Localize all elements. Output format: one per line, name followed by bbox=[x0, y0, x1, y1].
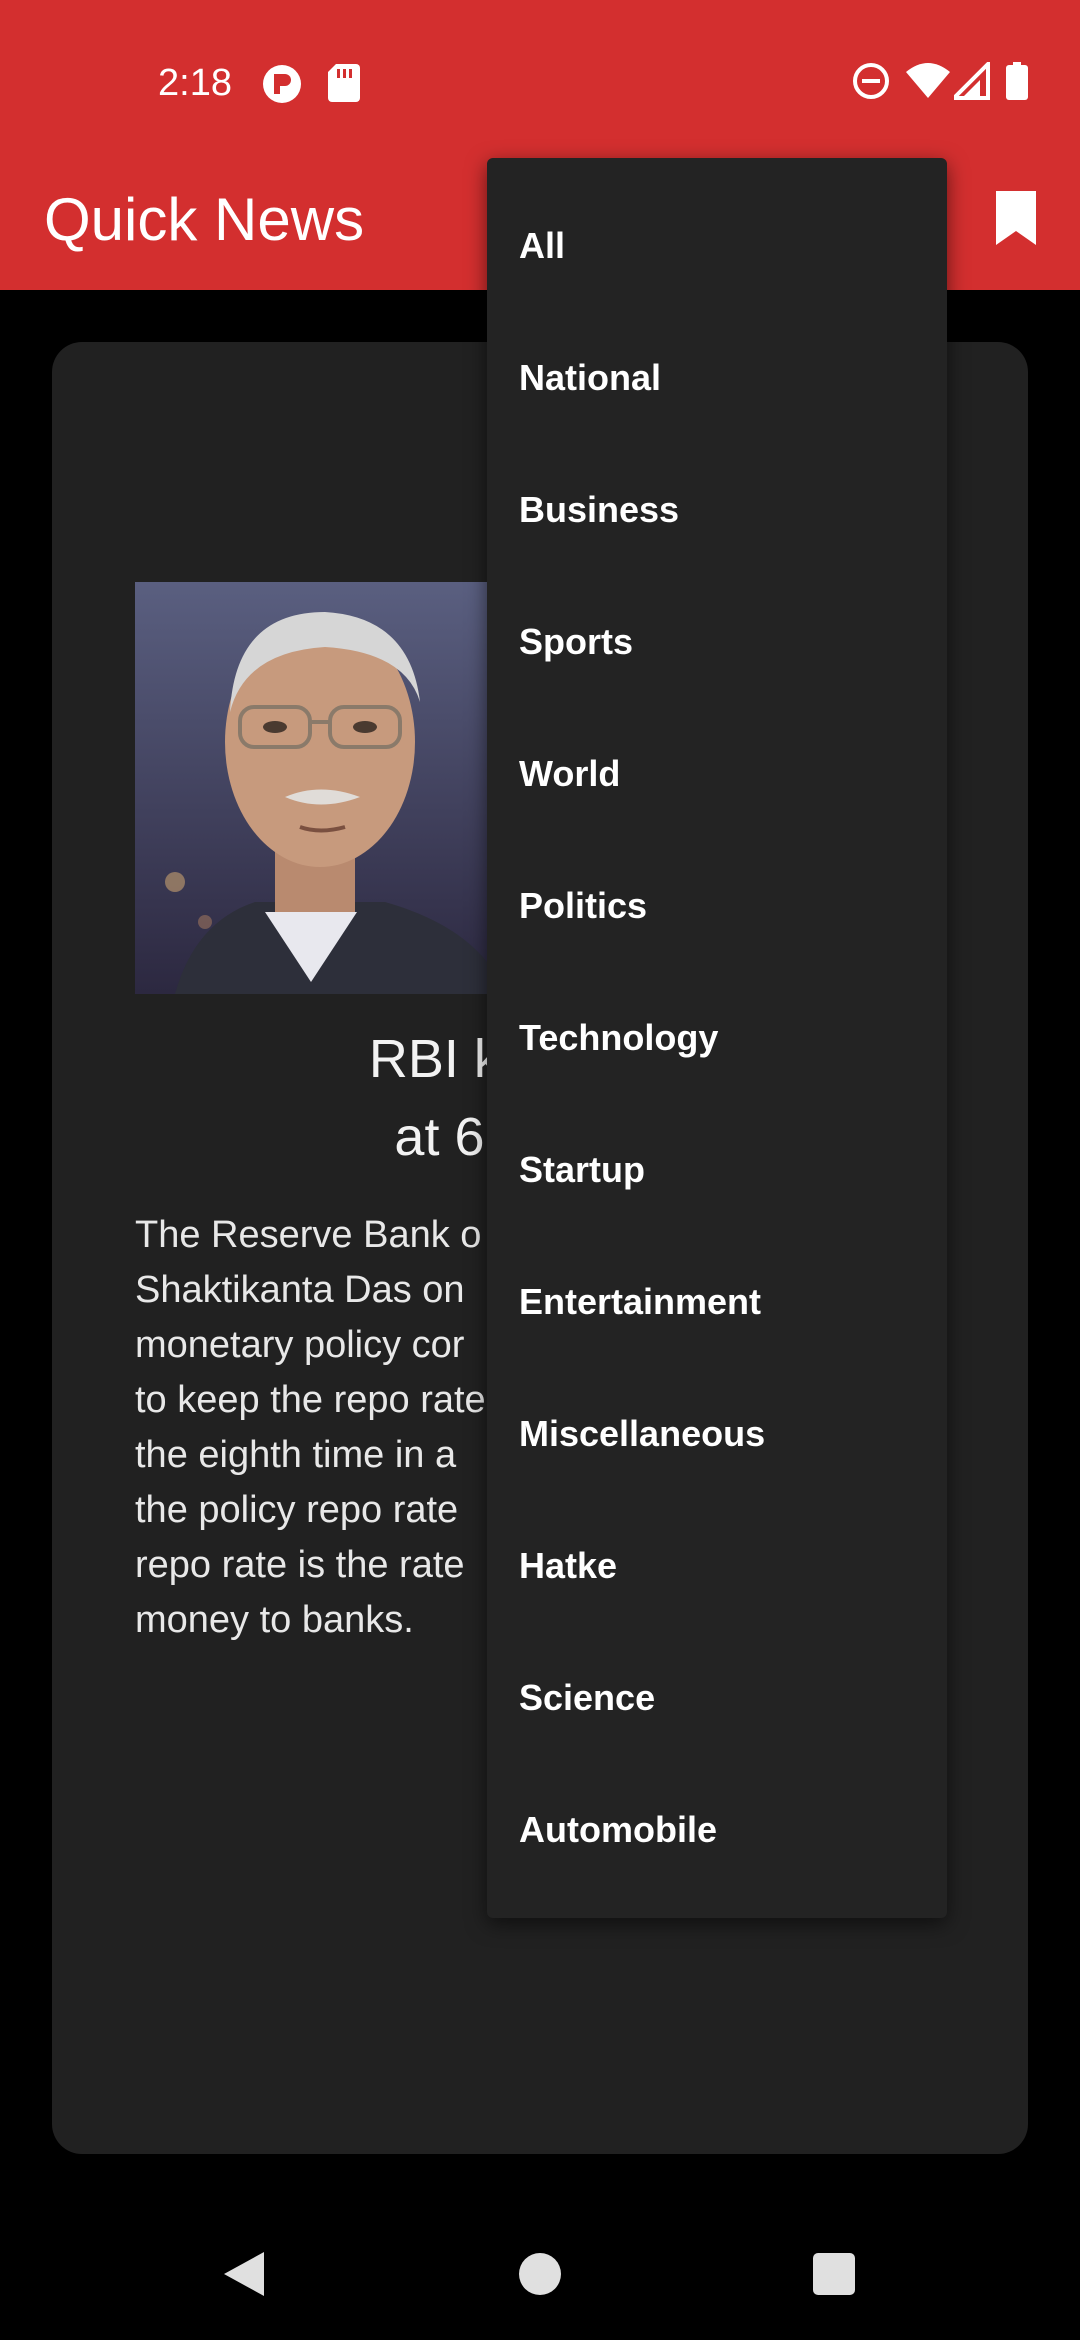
menu-item-technology[interactable]: Technology bbox=[487, 972, 947, 1104]
back-icon[interactable] bbox=[222, 2250, 266, 2303]
menu-item-politics[interactable]: Politics bbox=[487, 840, 947, 972]
menu-item-automobile[interactable]: Automobile bbox=[487, 1764, 947, 1896]
menu-item-hatke[interactable]: Hatke bbox=[487, 1500, 947, 1632]
menu-item-business[interactable]: Business bbox=[487, 444, 947, 576]
cell-signal-icon bbox=[949, 59, 990, 105]
sd-card-icon bbox=[328, 64, 360, 107]
bookmark-button[interactable] bbox=[984, 180, 1048, 260]
wifi-icon bbox=[906, 62, 950, 105]
home-icon[interactable] bbox=[518, 2250, 562, 2303]
app-title: Quick News bbox=[44, 186, 365, 253]
status-time: 2:18 bbox=[158, 62, 232, 104]
battery-icon bbox=[1006, 62, 1028, 105]
do-not-disturb-icon bbox=[852, 62, 890, 105]
menu-item-miscellaneous[interactable]: Miscellaneous bbox=[487, 1368, 947, 1500]
menu-item-entertainment[interactable]: Entertainment bbox=[487, 1236, 947, 1368]
menu-item-sports[interactable]: Sports bbox=[487, 576, 947, 708]
status-bar: 2:18 bbox=[0, 0, 1080, 150]
recents-icon[interactable] bbox=[812, 2250, 856, 2303]
menu-item-science[interactable]: Science bbox=[487, 1632, 947, 1764]
category-dropdown-menu: All National Business Sports World Polit… bbox=[487, 158, 947, 1918]
bookmark-icon bbox=[996, 190, 1036, 250]
news-image bbox=[135, 582, 487, 994]
menu-item-all[interactable]: All bbox=[487, 180, 947, 312]
parking-notification-icon bbox=[262, 64, 302, 109]
menu-item-national[interactable]: National bbox=[487, 312, 947, 444]
menu-item-world[interactable]: World bbox=[487, 708, 947, 840]
menu-item-startup[interactable]: Startup bbox=[487, 1104, 947, 1236]
system-nav-bar bbox=[0, 2200, 1080, 2340]
